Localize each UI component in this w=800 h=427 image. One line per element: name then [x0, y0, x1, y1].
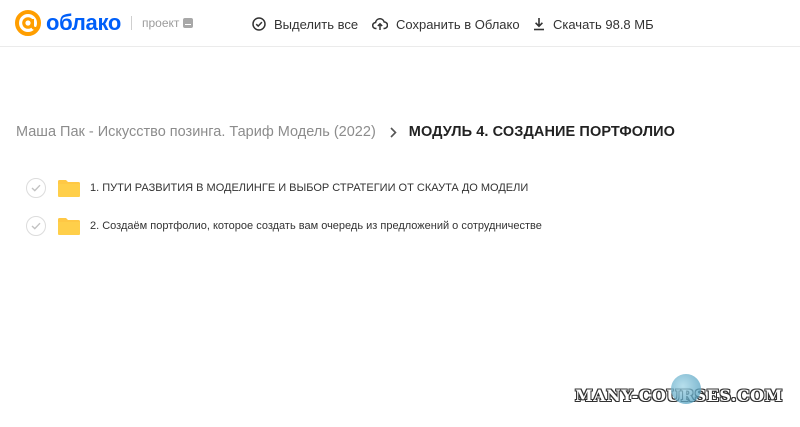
breadcrumb-current: МОДУЛЬ 4. СОЗДАНИЕ ПОРТФОЛИО	[408, 124, 675, 140]
chevron-right-icon	[390, 126, 397, 138]
top-bar: облако проект Выделить все Сохранить в О…	[0, 0, 800, 47]
save-to-cloud-label: Сохранить в Облако	[396, 16, 520, 32]
check-icon	[31, 222, 41, 230]
project-text: проект	[142, 16, 180, 30]
check-circle-icon	[252, 17, 266, 31]
list-item[interactable]: 2. Создаём портфолио, которое создать ва…	[26, 215, 542, 237]
select-all-button[interactable]: Выделить все	[252, 14, 358, 34]
save-to-cloud-button[interactable]: Сохранить в Облако	[372, 14, 520, 34]
logo[interactable]: облако	[14, 8, 133, 38]
breadcrumb: Маша Пак - Искусство позинга. Тариф Моде…	[16, 122, 675, 142]
logo-divider	[131, 16, 133, 30]
project-label: проект	[142, 16, 194, 30]
download-icon	[534, 18, 544, 31]
breadcrumb-parent-link[interactable]: Маша Пак - Искусство позинга. Тариф Моде…	[16, 124, 376, 140]
select-all-label: Выделить все	[274, 16, 359, 32]
folder-name[interactable]: 1. ПУТИ РАЗВИТИЯ В МОДЕЛИНГЕ И ВЫБОР СТР…	[90, 182, 528, 194]
folder-icon	[58, 218, 80, 235]
vk-icon	[183, 18, 194, 28]
download-label: Скачать 98.8 МБ	[553, 16, 654, 32]
mail-at-logo-icon	[15, 10, 41, 36]
select-checkbox[interactable]	[26, 216, 46, 236]
logo-text: облако	[46, 10, 122, 35]
check-icon	[31, 184, 41, 192]
cloud-upload-icon	[372, 18, 388, 30]
select-checkbox[interactable]	[26, 178, 46, 198]
list-item[interactable]: 1. ПУТИ РАЗВИТИЯ В МОДЕЛИНГЕ И ВЫБОР СТР…	[26, 177, 528, 199]
folder-icon	[58, 180, 80, 197]
watermark: MANY-COURSES.COM	[575, 374, 783, 410]
download-button[interactable]: Скачать 98.8 МБ	[533, 14, 654, 34]
globe-icon	[671, 374, 701, 404]
folder-name[interactable]: 2. Создаём портфолио, которое создать ва…	[90, 220, 542, 232]
